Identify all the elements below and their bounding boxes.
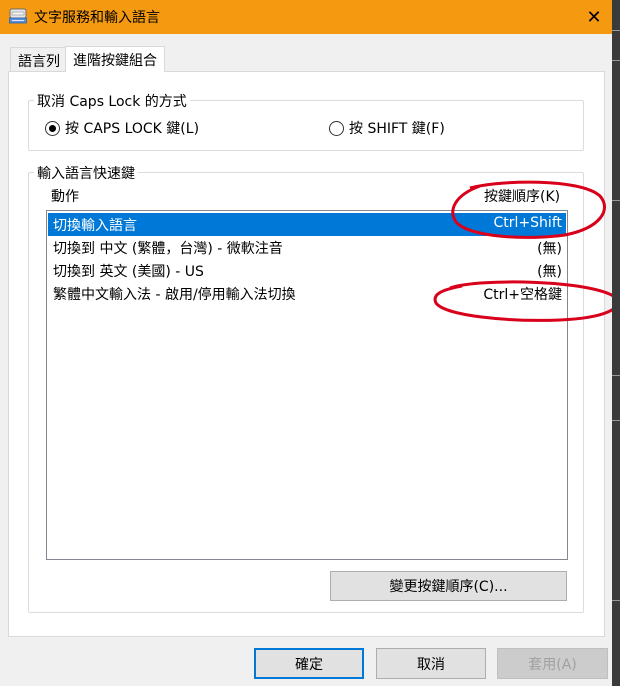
list-item-keys: (無) bbox=[537, 264, 562, 280]
list-item-keys: Ctrl+Shift bbox=[493, 215, 562, 231]
window-title: 文字服務和輸入語言 bbox=[34, 10, 160, 26]
caps-lock-group-label: 取消 Caps Lock 的方式 bbox=[34, 91, 190, 111]
radio-button-unchecked[interactable] bbox=[329, 120, 344, 136]
column-header-key-sequence: 按鍵順序(K) bbox=[484, 189, 561, 205]
tab-language-bar[interactable]: 語言列 bbox=[10, 47, 68, 71]
radio-caps-lock-key[interactable]: 按 CAPS LOCK 鍵(L) bbox=[45, 118, 199, 138]
hotkey-list[interactable]: 切換輸入語言 Ctrl+Shift 切換到 中文 (繁體，台灣) - 微軟注音 … bbox=[46, 210, 568, 560]
apply-button-label: 套用(A) bbox=[528, 656, 577, 673]
list-item[interactable]: 切換到 中文 (繁體，台灣) - 微軟注音 (無) bbox=[48, 236, 566, 259]
cancel-button-label: 取消 bbox=[417, 656, 445, 673]
radio-caps-lock-key-label: 按 CAPS LOCK 鍵(L) bbox=[65, 121, 200, 137]
list-item-keys: Ctrl+空格鍵 bbox=[483, 287, 562, 303]
hotkeys-group-label: 輸入語言快速鍵 bbox=[34, 163, 138, 183]
list-item[interactable]: 切換輸入語言 Ctrl+Shift bbox=[48, 213, 566, 236]
title-bar: 文字服務和輸入語言 ✕ bbox=[0, 0, 612, 34]
list-item-keys: (無) bbox=[537, 241, 562, 257]
ok-button[interactable]: 確定 bbox=[254, 648, 364, 679]
list-item[interactable]: 切換到 英文 (美國) - US (無) bbox=[48, 259, 566, 282]
radio-shift-key-label: 按 SHIFT 鍵(F) bbox=[349, 121, 445, 137]
close-button[interactable]: ✕ bbox=[576, 0, 612, 34]
radio-shift-key[interactable]: 按 SHIFT 鍵(F) bbox=[329, 118, 445, 138]
ok-button-label: 確定 bbox=[295, 656, 323, 673]
cancel-button[interactable]: 取消 bbox=[376, 648, 486, 679]
tab-advanced-key-settings[interactable]: 進階按鍵組合 bbox=[65, 46, 165, 72]
list-item-action: 繁體中文輸入法 - 啟用/停用輸入法切換 bbox=[53, 287, 296, 303]
keyboard-icon bbox=[9, 8, 27, 24]
apply-button[interactable]: 套用(A) bbox=[497, 648, 608, 679]
close-icon: ✕ bbox=[586, 6, 602, 28]
tab-advanced-key-settings-label: 進階按鍵組合 bbox=[73, 53, 157, 69]
list-item-action: 切換到 中文 (繁體，台灣) - 微軟注音 bbox=[53, 241, 283, 257]
dialog-window: 文字服務和輸入語言 ✕ 語言列 進階按鍵組合 取消 Caps Lock 的方式 … bbox=[0, 0, 620, 686]
change-key-sequence-label: 變更按鍵順序(C)... bbox=[389, 579, 508, 595]
change-key-sequence-button[interactable]: 變更按鍵順序(C)... bbox=[330, 571, 567, 601]
tab-language-bar-label: 語言列 bbox=[18, 54, 60, 70]
list-item[interactable]: 繁體中文輸入法 - 啟用/停用輸入法切換 Ctrl+空格鍵 bbox=[48, 282, 566, 305]
radio-button-checked[interactable] bbox=[45, 120, 60, 136]
window-edge bbox=[612, 0, 620, 686]
list-item-action: 切換輸入語言 bbox=[53, 218, 137, 234]
list-item-action: 切換到 英文 (美國) - US bbox=[53, 264, 204, 280]
column-header-action: 動作 bbox=[51, 189, 79, 205]
